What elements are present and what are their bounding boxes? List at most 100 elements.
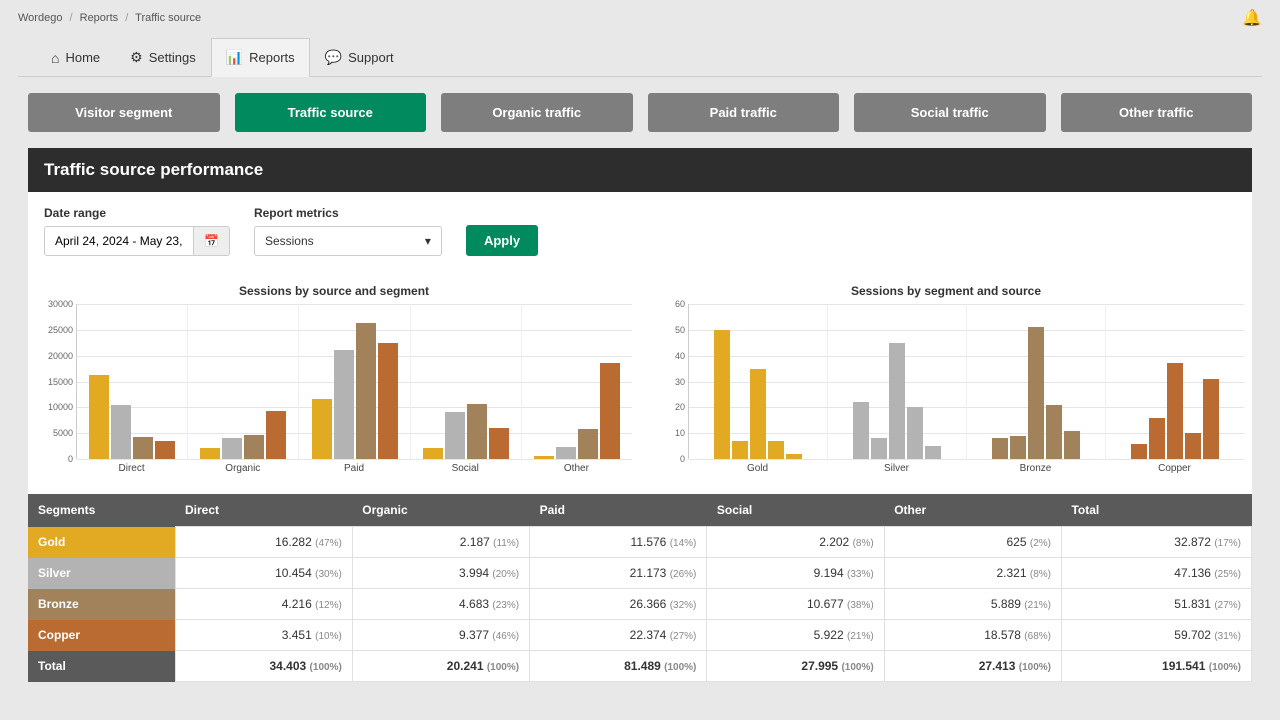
cell: 27.995 (100%) xyxy=(707,651,884,682)
notifications-icon[interactable]: 🔔 xyxy=(1242,8,1262,28)
bar xyxy=(578,429,598,459)
bar xyxy=(111,405,131,459)
calendar-icon[interactable]: 📅 xyxy=(194,226,230,256)
bar xyxy=(1028,327,1044,459)
reports-icon: 📊 xyxy=(226,49,243,66)
date-range-input[interactable] xyxy=(44,226,194,256)
cell: 3.451 (10%) xyxy=(175,620,352,651)
chart-title: Sessions by segment and source xyxy=(648,284,1244,298)
tab-other-traffic[interactable]: Other traffic xyxy=(1061,93,1253,132)
bar xyxy=(244,435,264,459)
bar xyxy=(155,441,175,459)
x-label: Social xyxy=(410,459,521,474)
chart-1: Sessions by segment and source0102030405… xyxy=(648,284,1244,474)
chart-title: Sessions by source and segment xyxy=(36,284,632,298)
support-icon: 💬 xyxy=(325,49,342,66)
cell: 2.202 (8%) xyxy=(707,527,884,558)
bar xyxy=(556,447,576,459)
nav-settings[interactable]: ⚙Settings xyxy=(115,38,211,76)
col-paid: Paid xyxy=(530,494,707,527)
cell: 9.194 (33%) xyxy=(707,558,884,589)
nav-home[interactable]: ⌂Home xyxy=(36,38,115,76)
table-row: Silver10.454 (30%)3.994 (20%)21.173 (26%… xyxy=(28,558,1252,589)
bar xyxy=(89,375,109,459)
bar xyxy=(786,454,802,459)
tab-traffic-source[interactable]: Traffic source xyxy=(235,93,427,132)
bar xyxy=(445,412,465,460)
bar xyxy=(1010,436,1026,459)
cell: 18.578 (68%) xyxy=(884,620,1061,651)
tab-paid-traffic[interactable]: Paid traffic xyxy=(648,93,840,132)
tab-organic-traffic[interactable]: Organic traffic xyxy=(441,93,633,132)
apply-button[interactable]: Apply xyxy=(466,225,538,256)
metrics-label: Report metrics xyxy=(254,206,442,220)
x-label: Copper xyxy=(1105,459,1244,474)
cell: 32.872 (17%) xyxy=(1061,527,1251,558)
x-label: Paid xyxy=(298,459,409,474)
bar xyxy=(853,402,869,459)
nav-support[interactable]: 💬Support xyxy=(310,38,409,76)
main-nav: ⌂Home⚙Settings📊Reports💬Support xyxy=(18,28,1262,77)
col-direct: Direct xyxy=(175,494,352,527)
crumb-current: Traffic source xyxy=(135,12,201,24)
tab-visitor-segment[interactable]: Visitor segment xyxy=(28,93,220,132)
x-label: Organic xyxy=(187,459,298,474)
table-row: Bronze4.216 (12%)4.683 (23%)26.366 (32%)… xyxy=(28,589,1252,620)
row-label: Copper xyxy=(28,620,175,651)
nav-reports[interactable]: 📊Reports xyxy=(211,38,310,77)
x-label: Gold xyxy=(688,459,827,474)
bar xyxy=(1149,418,1165,459)
col-social: Social xyxy=(707,494,884,527)
bar xyxy=(871,438,887,459)
bar xyxy=(925,446,941,459)
cell: 5.922 (21%) xyxy=(707,620,884,651)
col-other: Other xyxy=(884,494,1061,527)
bar xyxy=(489,428,509,459)
chevron-down-icon: ▾ xyxy=(425,234,431,248)
crumb-root[interactable]: Wordego xyxy=(18,12,62,24)
bar xyxy=(907,407,923,459)
bar xyxy=(1167,363,1183,459)
settings-icon: ⚙ xyxy=(130,49,143,66)
row-label: Bronze xyxy=(28,589,175,620)
bar xyxy=(133,437,153,459)
cell: 59.702 (31%) xyxy=(1061,620,1251,651)
x-label: Silver xyxy=(827,459,966,474)
cell: 26.366 (32%) xyxy=(530,589,707,620)
cell: 21.173 (26%) xyxy=(530,558,707,589)
cell: 11.576 (14%) xyxy=(530,527,707,558)
cell: 9.377 (46%) xyxy=(352,620,529,651)
breadcrumb: Wordego / Reports / Traffic source xyxy=(18,12,201,24)
cell: 20.241 (100%) xyxy=(352,651,529,682)
report-tabs: Visitor segment Traffic source Organic tra… xyxy=(0,77,1280,148)
segments-table: SegmentsDirectOrganicPaidSocialOtherTota… xyxy=(28,494,1252,682)
bar xyxy=(992,438,1008,459)
cell: 16.282 (47%) xyxy=(175,527,352,558)
x-label: Other xyxy=(521,459,632,474)
chart-0: Sessions by source and segment0500010000… xyxy=(36,284,632,474)
bar xyxy=(1131,444,1147,460)
bar xyxy=(768,441,784,459)
table-row: Copper3.451 (10%)9.377 (46%)22.374 (27%)… xyxy=(28,620,1252,651)
bar xyxy=(423,448,443,459)
bar xyxy=(750,369,766,459)
row-label: Gold xyxy=(28,527,175,558)
cell: 625 (2%) xyxy=(884,527,1061,558)
tab-social-traffic[interactable]: Social traffic xyxy=(854,93,1046,132)
cell: 10.677 (38%) xyxy=(707,589,884,620)
bar xyxy=(1185,433,1201,459)
cell: 51.831 (27%) xyxy=(1061,589,1251,620)
bar xyxy=(889,343,905,459)
home-icon: ⌂ xyxy=(51,50,59,66)
crumb-reports[interactable]: Reports xyxy=(80,12,119,24)
panel-title: Traffic source performance xyxy=(28,148,1252,192)
cell: 191.541 (100%) xyxy=(1061,651,1251,682)
bar xyxy=(1064,431,1080,459)
bar xyxy=(1046,405,1062,459)
bar xyxy=(714,330,730,459)
col-segments: Segments xyxy=(28,494,175,527)
col-total: Total xyxy=(1061,494,1251,527)
bar xyxy=(200,448,220,459)
metrics-select[interactable]: Sessions ▾ xyxy=(254,226,442,256)
cell: 4.683 (23%) xyxy=(352,589,529,620)
